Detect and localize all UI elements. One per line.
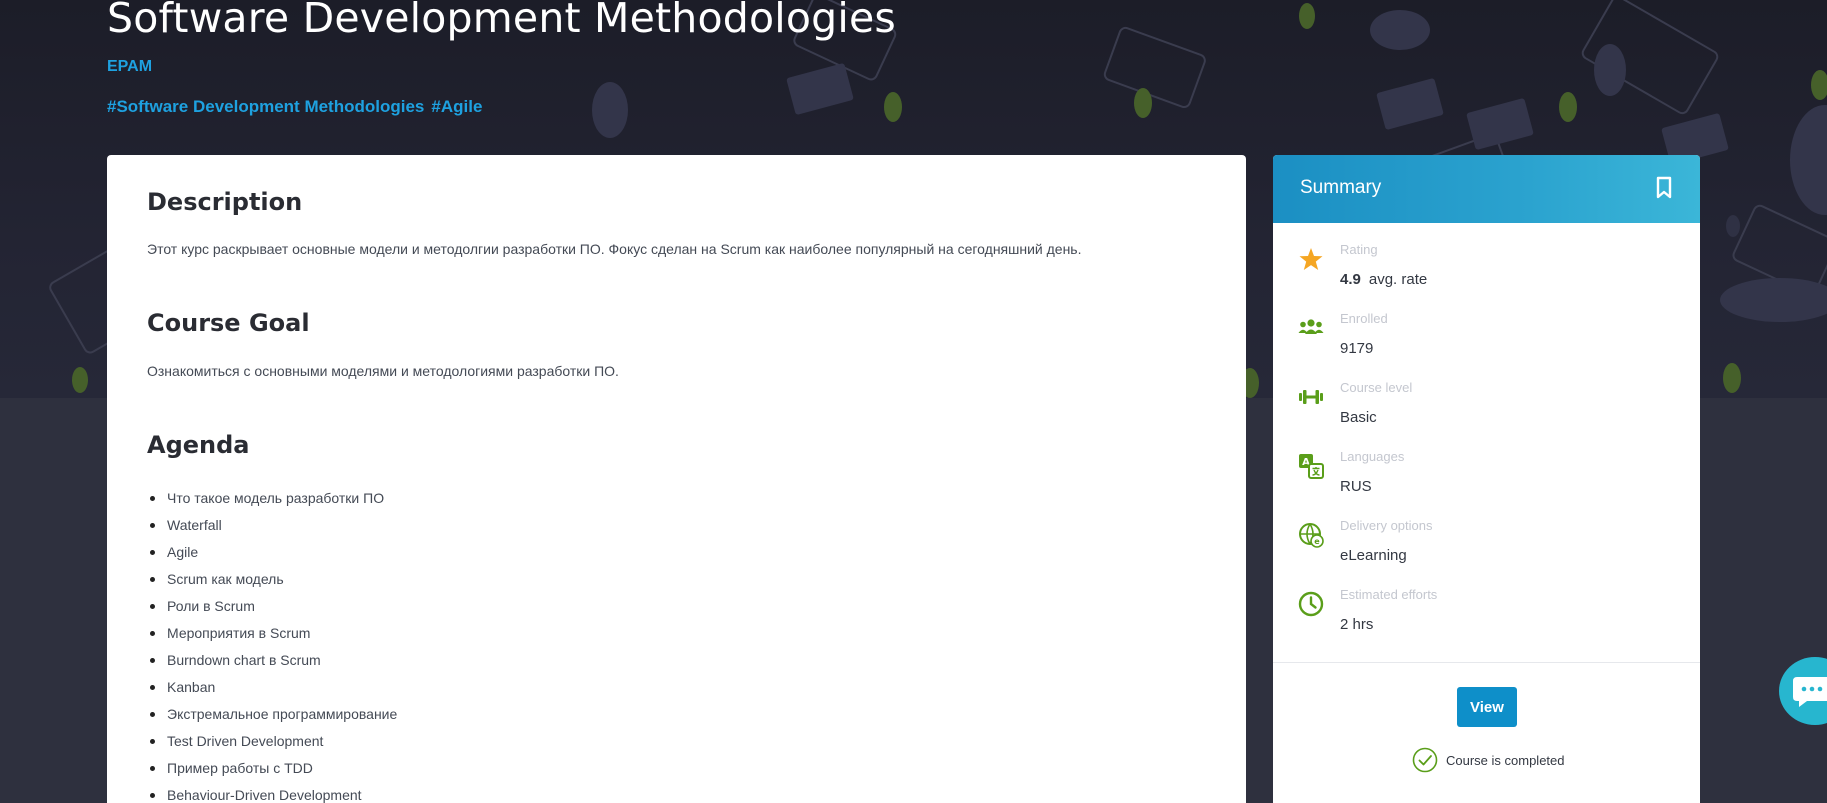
agenda-item: Behaviour-Driven Development <box>147 782 397 803</box>
rating-label: Rating <box>1340 242 1378 257</box>
agenda-item: Пример работы с TDD <box>147 755 397 782</box>
estimated-efforts-label: Estimated efforts <box>1340 587 1438 602</box>
summary-title: Summary <box>1300 177 1382 198</box>
agenda-heading: Agenda <box>147 431 250 459</box>
agenda-item: Burndown chart в Scrum <box>147 647 397 674</box>
agenda-item: Test Driven Development <box>147 728 397 755</box>
estimated-efforts-row: Estimated efforts 2 hrs <box>1273 587 1700 647</box>
check-circle-icon <box>1412 747 1438 773</box>
bookmark-icon[interactable] <box>1655 176 1673 200</box>
svg-text:e: e <box>1314 537 1320 546</box>
people-icon <box>1298 319 1324 334</box>
delivery-options-label: Delivery options <box>1340 518 1433 533</box>
star-icon <box>1299 248 1323 270</box>
agenda-item: Экстремальное программирование <box>147 701 397 728</box>
tag-agile[interactable]: #Agile <box>431 97 482 117</box>
description-text: Этот курс раскрывает основные модели и м… <box>147 241 1082 257</box>
course-completed-text: Course is completed <box>1446 752 1565 768</box>
course-level-label: Course level <box>1340 380 1413 395</box>
agenda-item: Scrum как модель <box>147 566 397 593</box>
agenda-item: Роли в Scrum <box>147 593 397 620</box>
tag-list: #Software Development Methodologies #Agi… <box>107 97 482 117</box>
clock-icon <box>1298 591 1324 617</box>
dumbbell-icon <box>1299 390 1323 404</box>
provider-link[interactable]: EPAM <box>107 58 152 76</box>
enrolled-row: Enrolled 9179 <box>1273 311 1700 371</box>
description-heading: Description <box>147 188 303 216</box>
course-title: Software Development Methodologies <box>107 0 896 42</box>
translate-icon: A <box>1299 454 1324 479</box>
summary-header: Summary <box>1273 155 1700 223</box>
enrolled-value: 9179 <box>1340 340 1374 357</box>
rating-value: 4.9 <box>1340 271 1361 288</box>
course-details-card: Description Этот курс раскрывает основны… <box>107 155 1246 803</box>
globe-icon: e <box>1299 523 1324 548</box>
delivery-options-row: e Delivery options eLearning <box>1273 518 1700 578</box>
languages-row: A Languages RUS <box>1273 449 1700 509</box>
course-goal-heading: Course Goal <box>147 309 310 337</box>
rating-value-wrap: 4.9 avg. rate <box>1340 271 1427 288</box>
delivery-options-value: eLearning <box>1340 547 1407 564</box>
view-button[interactable]: View <box>1457 687 1517 727</box>
course-level-row: Course level Basic <box>1273 380 1700 440</box>
languages-value: RUS <box>1340 478 1372 495</box>
rating-suffix: avg. rate <box>1368 271 1428 288</box>
summary-card: Summary Rating 4.9 avg. rate Enrolled 917… <box>1273 155 1700 803</box>
summary-divider <box>1273 662 1700 663</box>
agenda-item: Kanban <box>147 674 397 701</box>
languages-label: Languages <box>1340 449 1405 464</box>
course-goal-text: Ознакомиться с основными моделями и мето… <box>147 363 619 379</box>
tag-software-development-methodologies[interactable]: #Software Development Methodologies <box>107 97 424 117</box>
agenda-item: Agile <box>147 539 397 566</box>
agenda-item: Мероприятия в Scrum <box>147 620 397 647</box>
estimated-efforts-value: 2 hrs <box>1340 616 1374 633</box>
chat-icon <box>1793 677 1827 707</box>
enrolled-label: Enrolled <box>1340 311 1388 326</box>
agenda-item: Что такое модель разработки ПО <box>147 485 397 512</box>
course-level-value: Basic <box>1340 409 1377 426</box>
rating-row: Rating 4.9 avg. rate <box>1273 242 1700 302</box>
agenda-list: Что такое модель разработки ПО Waterfall… <box>147 485 397 803</box>
course-completed-status: Course is completed <box>1412 747 1565 773</box>
agenda-item: Waterfall <box>147 512 397 539</box>
